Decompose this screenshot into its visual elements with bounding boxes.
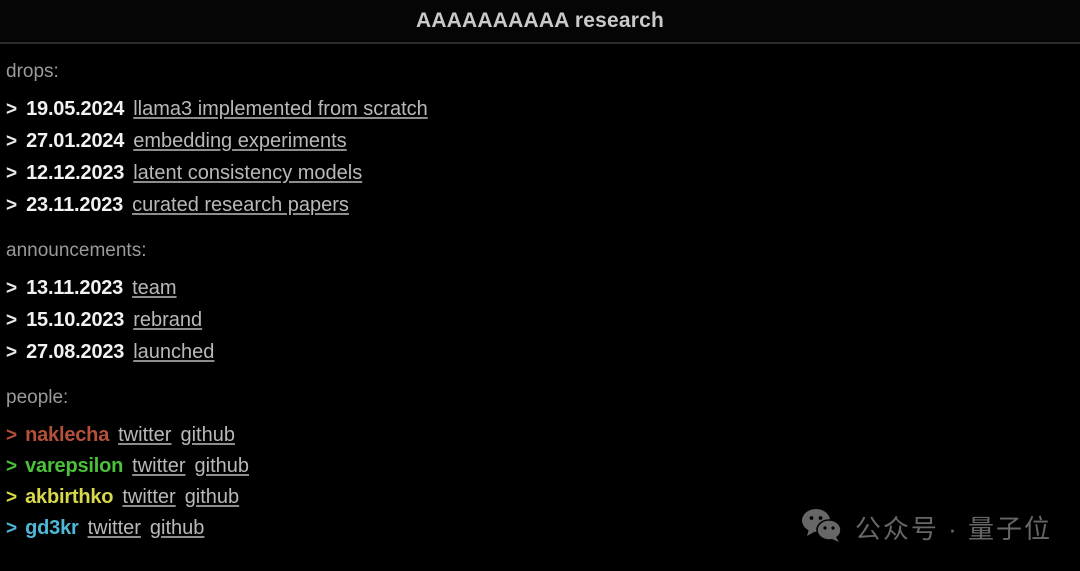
caret-icon: > xyxy=(6,486,18,508)
caret-icon: > xyxy=(6,517,18,539)
announcement-link[interactable]: team xyxy=(132,278,176,298)
github-link[interactable]: github xyxy=(195,456,250,476)
section-announcements: announcements: > 13.11.2023 team > 15.10… xyxy=(6,239,1080,362)
person-name: akbirthko xyxy=(25,485,114,508)
caret-icon: > xyxy=(6,162,18,184)
caret-icon: > xyxy=(6,277,18,299)
caret-icon: > xyxy=(6,455,18,477)
item-date: 27.01.2024 xyxy=(26,129,125,152)
drop-link[interactable]: llama3 implemented from scratch xyxy=(133,99,428,119)
item-date: 13.11.2023 xyxy=(26,276,124,299)
announcement-link[interactable]: rebrand xyxy=(133,310,202,330)
item-date: 27.08.2023 xyxy=(26,340,125,363)
page-title: AAAAAAAAAA research xyxy=(415,9,665,32)
github-link[interactable]: github xyxy=(185,487,240,507)
caret-icon: > xyxy=(6,424,18,446)
list-item: > naklecha twitter github xyxy=(6,425,1080,445)
page-header: AAAAAAAAAA research xyxy=(0,0,1080,44)
list-item: > 13.11.2023 team xyxy=(6,278,1080,298)
list-item: > 15.10.2023 rebrand xyxy=(6,310,1080,330)
twitter-link[interactable]: twitter xyxy=(122,487,175,507)
item-date: 19.05.2024 xyxy=(26,97,125,120)
list-item: > 19.05.2024 llama3 implemented from scr… xyxy=(6,99,1080,119)
section-label-people: people: xyxy=(6,386,69,408)
caret-icon: > xyxy=(6,130,18,152)
list-item: > gd3kr twitter github xyxy=(6,518,1080,538)
github-link[interactable]: github xyxy=(150,518,205,538)
item-date: 12.12.2023 xyxy=(26,161,125,184)
caret-icon: > xyxy=(6,194,18,216)
caret-icon: > xyxy=(6,309,18,331)
list-item: > akbirthko twitter github xyxy=(6,487,1080,507)
section-label-drops: drops: xyxy=(6,61,59,82)
twitter-link[interactable]: twitter xyxy=(132,456,185,476)
list-item: > 27.01.2024 embedding experiments xyxy=(6,131,1080,151)
list-item: > 12.12.2023 latent consistency models xyxy=(6,163,1080,183)
section-label-announcements: announcements: xyxy=(6,239,147,261)
drop-link[interactable]: curated research papers xyxy=(132,195,349,215)
item-date: 15.10.2023 xyxy=(26,308,125,331)
drop-link[interactable]: embedding experiments xyxy=(133,131,346,151)
item-date: 23.11.2023 xyxy=(26,193,124,216)
person-name: varepsilon xyxy=(25,454,124,477)
drop-link[interactable]: latent consistency models xyxy=(133,163,362,183)
caret-icon: > xyxy=(6,98,18,120)
main-content: drops: > 19.05.2024 llama3 implemented f… xyxy=(0,44,1080,538)
caret-icon: > xyxy=(6,341,18,363)
list-item: > 27.08.2023 launched xyxy=(6,342,1080,362)
announcement-link[interactable]: launched xyxy=(133,342,214,362)
twitter-link[interactable]: twitter xyxy=(118,425,171,445)
person-name: naklecha xyxy=(25,423,110,446)
section-drops: drops: > 19.05.2024 llama3 implemented f… xyxy=(6,61,1080,215)
github-link[interactable]: github xyxy=(180,425,235,445)
person-name: gd3kr xyxy=(25,516,79,539)
twitter-link[interactable]: twitter xyxy=(88,518,141,538)
section-people: people: > naklecha twitter github > vare… xyxy=(6,386,1080,538)
list-item: > 23.11.2023 curated research papers xyxy=(6,195,1080,215)
list-item: > varepsilon twitter github xyxy=(6,456,1080,476)
